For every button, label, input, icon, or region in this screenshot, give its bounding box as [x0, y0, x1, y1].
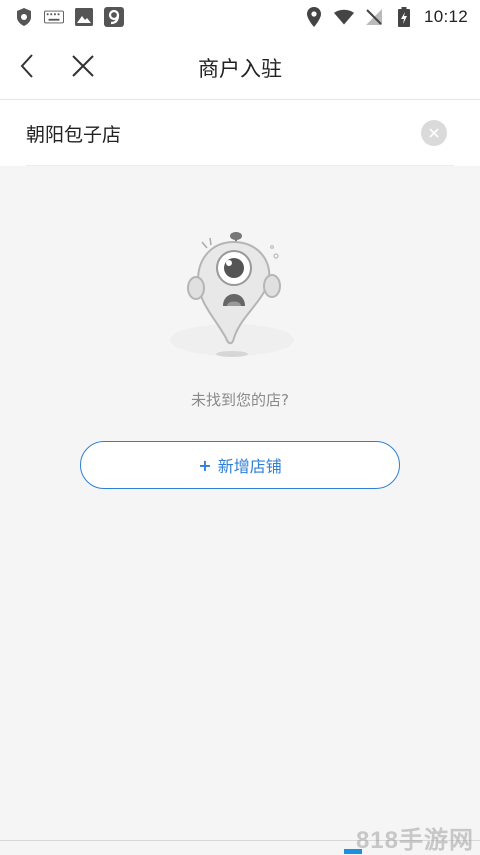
- clear-search-button[interactable]: [421, 120, 447, 146]
- clear-icon: [429, 128, 439, 138]
- image-icon: [74, 7, 94, 27]
- keyboard-icon: [44, 7, 64, 27]
- store-search-input[interactable]: [26, 116, 416, 150]
- empty-state-message: 未找到您的店?: [191, 391, 289, 409]
- add-store-button-label: 新增店铺: [217, 457, 282, 476]
- plus-icon: +: [198, 455, 212, 475]
- status-bar-right: 10:12: [304, 6, 480, 27]
- shield-icon: [14, 7, 34, 27]
- location-icon: [304, 6, 324, 27]
- status-bar-left: [0, 6, 124, 27]
- search-row: [0, 100, 480, 166]
- status-time: 10:12: [423, 6, 468, 26]
- add-store-button[interactable]: + 新增店铺: [80, 441, 400, 489]
- watermark: 818手游网: [355, 827, 474, 854]
- search-divider: [26, 165, 454, 166]
- app-9-icon: [104, 6, 124, 27]
- status-bar: 10:12: [0, 0, 480, 33]
- crying-mascot-illustration: [160, 222, 320, 372]
- header: 商户入驻: [0, 33, 480, 100]
- wifi-icon: [333, 7, 354, 27]
- page-title: 商户入驻: [198, 57, 282, 81]
- no-sim-icon: [364, 7, 384, 27]
- battery-charging-icon: [394, 6, 414, 27]
